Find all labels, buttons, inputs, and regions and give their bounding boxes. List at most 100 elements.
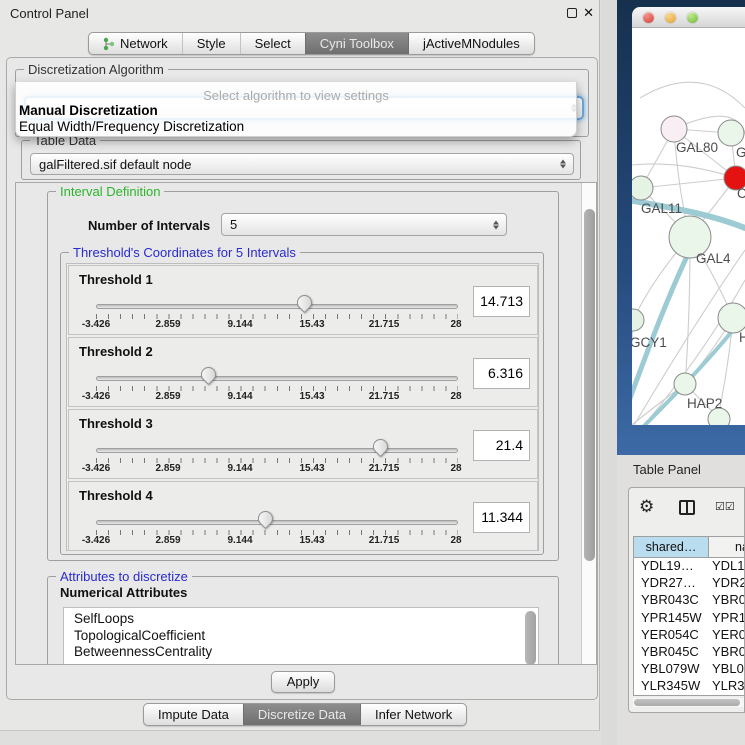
table-row[interactable]: YDR27…YDR2	[634, 575, 745, 592]
cell: YIL0	[709, 696, 745, 697]
threshold-3-value-field[interactable]: 21.4	[473, 430, 530, 461]
threshold-1-slider-thumb[interactable]	[294, 292, 315, 313]
slider-tick-labels: -3.4262.8599.14415.4321.71528	[69, 535, 539, 548]
table-row[interactable]: YER054CYER0	[634, 627, 745, 644]
table-row[interactable]: YBL079WYBL0	[634, 661, 745, 678]
float-window-icon[interactable]	[567, 8, 577, 18]
node-label-truncated-c: C	[737, 186, 745, 201]
slider-tick-labels: -3.4262.8599.14415.4321.71528	[69, 391, 539, 404]
zoom-traffic-light-icon[interactable]	[687, 12, 698, 23]
threshold-4-value-field[interactable]: 11.344	[473, 502, 530, 533]
table-row[interactable]: YDL19…YDL1	[634, 558, 745, 575]
settings-scrollpane: Interval Definition Number of Intervals …	[15, 182, 597, 665]
table-row[interactable]: YPR145WYPR1	[634, 610, 745, 627]
node-hap2[interactable]	[674, 373, 696, 395]
number-of-intervals-select[interactable]: 5	[221, 213, 507, 236]
algorithm-option-equal-width[interactable]: Equal Width/Frequency Discretization	[19, 119, 244, 134]
slider-tick-labels: -3.4262.8599.14415.4321.71528	[69, 463, 539, 476]
threshold-3-slider-thumb[interactable]	[370, 436, 391, 457]
table-data-group: Table Data galFiltered.sif default node	[21, 140, 581, 180]
scrollbar-thumb[interactable]	[584, 209, 595, 561]
cell: YBR0	[709, 644, 745, 661]
tab-select[interactable]: Select	[240, 33, 305, 54]
number-of-intervals-value: 5	[230, 217, 237, 232]
threshold-2-value-field[interactable]: 6.316	[473, 358, 530, 389]
threshold-3-slider-track[interactable]	[96, 448, 458, 453]
tab-network[interactable]: Network	[89, 33, 182, 54]
slider-tick-label: 15.43	[299, 391, 324, 402]
threshold-1-value-field[interactable]: 14.713	[473, 286, 530, 317]
table-row[interactable]: YLR345WYLR3	[634, 678, 745, 695]
tab-cyni-toolbox[interactable]: Cyni Toolbox	[305, 33, 408, 54]
numerical-attributes-list[interactable]: SelfLoops TopologicalCoefficient Between…	[63, 607, 539, 665]
slider-tick-label: 2.859	[155, 319, 180, 330]
cell: YBL079W	[634, 661, 709, 678]
slider-tick-label: 9.144	[227, 391, 252, 402]
scrollbar-thumb[interactable]	[634, 699, 740, 706]
checkboxes-icon[interactable]: ☑☑	[715, 500, 735, 513]
tab-impute-data[interactable]: Impute Data	[144, 704, 243, 725]
node-gal11[interactable]	[632, 176, 653, 200]
slider-tick-labels: -3.4262.8599.14415.4321.71528	[69, 319, 539, 332]
list-item[interactable]: SelfLoops	[74, 611, 538, 628]
slider-tick-label: 28	[450, 463, 461, 474]
tab-discretize-data-label: Discretize Data	[258, 707, 346, 722]
cell: YLR345W	[634, 678, 709, 695]
column-header-name[interactable]: na	[709, 537, 745, 557]
tab-jactivemnodules[interactable]: jActiveMNodules	[408, 33, 534, 54]
table-panel-box: ⚙ ☑☑ shared… na YDL19…YDL1 YDR27…YDR2 YB…	[628, 487, 745, 713]
node-gcy1[interactable]	[632, 309, 644, 331]
settings-vertical-scrollbar[interactable]	[581, 183, 596, 664]
node-label-truncated-ga: GA	[736, 145, 745, 160]
close-traffic-light-icon[interactable]	[643, 12, 654, 23]
node-gal80[interactable]	[661, 116, 687, 142]
slider-tick-label: 9.144	[227, 319, 252, 330]
threshold-2-label: Threshold 2	[79, 344, 153, 359]
number-of-intervals-label: Number of Intervals	[88, 218, 210, 233]
node-upper-right[interactable]	[718, 120, 744, 146]
columns-icon[interactable]	[679, 500, 695, 515]
cell: YIL052C	[634, 696, 709, 697]
list-item[interactable]: TopologicalCoefficient	[74, 628, 538, 645]
column-header-shared-name[interactable]: shared…	[634, 537, 709, 557]
table-row[interactable]: YIL052CYIL0	[634, 696, 745, 697]
node-label-gal80: GAL80	[676, 140, 718, 155]
slider-tick-label: 28	[450, 319, 461, 330]
node-right-mid[interactable]	[718, 303, 745, 333]
cell: YER0	[709, 627, 745, 644]
node-label-truncated-h: H	[739, 330, 745, 345]
attributes-list-scrollbar[interactable]	[525, 611, 536, 665]
control-panel-window: Control Panel ✕ Network Style Select Cyn…	[0, 0, 600, 731]
list-item[interactable]: BetweennessCentrality	[74, 644, 538, 661]
threshold-2-slider-track[interactable]	[96, 376, 458, 381]
cell: YPR1	[709, 610, 745, 627]
cell: YER054C	[634, 627, 709, 644]
threshold-1-slider-track[interactable]	[96, 304, 458, 309]
threshold-4-slider-thumb[interactable]	[255, 508, 276, 529]
algorithm-option-manual[interactable]: Manual Discretization	[19, 103, 158, 118]
control-panel-titlebar: Control Panel ✕	[0, 0, 599, 26]
algorithm-dropdown-popup: Select algorithm to view settings Manual…	[15, 82, 577, 137]
close-icon[interactable]: ✕	[583, 5, 594, 21]
table-row[interactable]: YBR043CYBR0	[634, 592, 745, 609]
thresholds-group: Threshold's Coordinates for 5 Intervals …	[60, 252, 544, 555]
table-data-select[interactable]: galFiltered.sif default node	[30, 153, 574, 175]
network-canvas[interactable]: GAL80 GA C GAL11 GAL4 GCY1 H HAP2	[632, 28, 745, 425]
gear-icon[interactable]: ⚙	[639, 497, 654, 517]
table-row[interactable]: YBR045CYBR0	[634, 644, 745, 661]
slider-tick-label: -3.426	[82, 463, 110, 474]
window-title: Control Panel	[10, 6, 89, 21]
threshold-2-slider-thumb[interactable]	[197, 364, 218, 385]
threshold-4-slider-track[interactable]	[96, 520, 458, 525]
table-horizontal-scrollbar[interactable]	[633, 698, 745, 707]
apply-button[interactable]: Apply	[271, 671, 335, 693]
slider-tick-label: 15.43	[299, 535, 324, 546]
thresholds-container: Threshold 1 -3.4262.8599.14415.4321.7152…	[66, 263, 539, 551]
node-attribute-table[interactable]: shared… na YDL19…YDL1 YDR27…YDR2 YBR043C…	[633, 536, 745, 696]
tab-style[interactable]: Style	[182, 33, 240, 54]
tab-infer-network[interactable]: Infer Network	[360, 704, 466, 725]
network-window-titlebar	[632, 7, 745, 28]
tab-discretize-data[interactable]: Discretize Data	[243, 704, 360, 725]
slider-tick-label: 28	[450, 535, 461, 546]
minimize-traffic-light-icon[interactable]	[665, 12, 676, 23]
